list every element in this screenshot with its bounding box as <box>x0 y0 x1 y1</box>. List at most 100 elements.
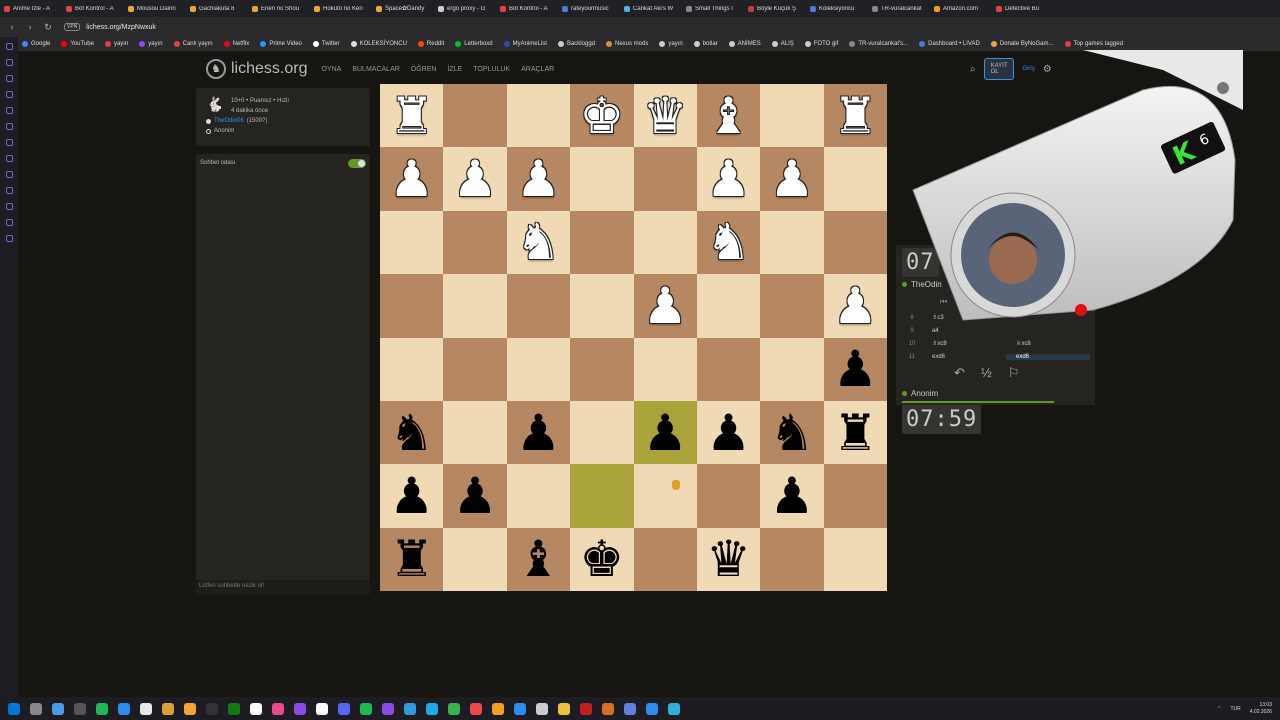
bookmark-item[interactable]: yayın <box>104 41 128 47</box>
board-square[interactable] <box>633 210 697 275</box>
taskbar-app-icon[interactable] <box>250 702 262 715</box>
taskbar-app-icon[interactable] <box>470 702 482 715</box>
black-pawn-icon[interactable]: ♟ <box>833 344 878 394</box>
browser-tab[interactable]: Hokuto no Ken <box>310 5 372 12</box>
taskbar-app-icon[interactable] <box>206 702 218 715</box>
board-square[interactable]: ♞ <box>696 210 761 275</box>
board-square[interactable] <box>570 400 634 465</box>
browser-tab[interactable]: Böyle Küçük Ş <box>744 5 806 12</box>
board-square[interactable]: ♟ <box>506 147 571 211</box>
bookmark-item[interactable]: Donate ByNoGam... <box>990 41 1054 47</box>
board-square[interactable]: ♟ <box>633 274 697 338</box>
board-square[interactable] <box>633 527 697 591</box>
search-icon[interactable] <box>30 702 42 715</box>
board-square[interactable] <box>443 274 507 338</box>
white-player[interactable]: TheOdin06 (1500?) <box>206 117 360 126</box>
url-text[interactable]: lichess.org/MzpNwxuk <box>86 24 156 31</box>
board-square[interactable]: ♛ <box>633 84 697 148</box>
nav-item-i̇zle[interactable]: İZLE <box>447 66 462 73</box>
taskbar-app-icon[interactable] <box>558 702 570 715</box>
resign-flag-icon[interactable]: ⚐ <box>1008 365 1020 381</box>
taskbar-app-icon[interactable] <box>96 702 108 715</box>
black-knight-icon[interactable]: ♞ <box>389 408 434 458</box>
board-square[interactable] <box>823 527 887 591</box>
white-pawn-icon[interactable]: ♟ <box>706 154 751 204</box>
white-player-name[interactable]: TheOdin06 <box>214 117 244 126</box>
taskbar-app-icon[interactable] <box>514 702 526 715</box>
taskbar-app-icon[interactable] <box>646 702 658 715</box>
black-pawn-icon[interactable]: ♟ <box>770 471 815 521</box>
sidebar-icon[interactable] <box>5 107 13 114</box>
white-king-icon[interactable]: ♚ <box>579 91 624 141</box>
board-square[interactable] <box>760 527 824 591</box>
white-knight-icon[interactable]: ♞ <box>706 217 751 267</box>
taskbar-app-icon[interactable] <box>536 702 548 715</box>
board-square[interactable] <box>760 84 824 148</box>
taskbar-app-icon[interactable] <box>492 702 504 715</box>
taskbar-app-icon[interactable] <box>316 702 328 715</box>
browser-tab[interactable]: rateyourmusic <box>558 5 620 12</box>
board-square[interactable] <box>760 337 824 401</box>
taskbar-app-icon[interactable] <box>382 702 394 715</box>
sidebar-icon[interactable] <box>5 123 13 130</box>
sidebar-icon[interactable] <box>5 171 13 178</box>
bookmark-item[interactable]: MyAnimeList <box>503 41 547 47</box>
taskbar-app-icon[interactable] <box>294 702 306 715</box>
taskbar-app-icon[interactable] <box>668 702 680 715</box>
browser-tab[interactable]: Small Things I <box>682 5 744 12</box>
board-square[interactable]: ♝ <box>696 84 761 148</box>
language-indicator[interactable]: TUR <box>1230 706 1240 712</box>
browser-tab[interactable]: Gachiakuta 8 <box>186 5 248 12</box>
board-square[interactable] <box>506 464 571 528</box>
board-square[interactable]: ♟ <box>443 147 507 211</box>
browser-tab[interactable]: Bot Kontrol - A <box>62 5 124 12</box>
taskbar-app-icon[interactable] <box>118 702 130 715</box>
board-square[interactable] <box>633 147 697 211</box>
board-square[interactable]: ♟ <box>760 147 824 211</box>
taskbar-app-icon[interactable] <box>140 702 152 715</box>
board-square[interactable] <box>696 274 761 338</box>
browser-tab[interactable]: Anime İzle - A <box>0 5 62 12</box>
board-square[interactable] <box>380 337 444 401</box>
white-pawn-icon[interactable]: ♟ <box>643 281 688 331</box>
bookmark-item[interactable]: YouTube <box>61 41 94 47</box>
white-pawn-icon[interactable]: ♟ <box>770 154 815 204</box>
bookmark-item[interactable]: yayın <box>139 41 163 47</box>
board-square[interactable]: ♟ <box>380 147 444 211</box>
board-square[interactable]: ♟ <box>380 464 444 528</box>
browser-tab[interactable]: TR-vuralcankat <box>868 5 930 12</box>
chat-toggle[interactable] <box>348 158 366 168</box>
board-square[interactable] <box>823 210 887 275</box>
board-square[interactable]: ♛ <box>696 527 761 591</box>
bookmark-item[interactable]: Backloggd <box>557 41 595 47</box>
chat-input[interactable]: Lütfen sohbette nazik ol! <box>196 580 370 594</box>
bottom-player-name[interactable]: Anonim <box>911 389 938 398</box>
board-square[interactable] <box>570 210 634 275</box>
chess-board[interactable]: ♜ ♚ ♛ ♝ ♜ ♟ ♟ ♟ ♟ ♟ ♞ ♞ ♟ ♟ ♟ ♞ ♟ ♟ ♟ ♞ ♜ ♟ ♟ ♟ ♜ ♝ ♚ ♛ <box>380 84 887 591</box>
board-square[interactable] <box>696 464 761 528</box>
white-bishop-icon[interactable]: ♝ <box>706 91 751 141</box>
black-queen-icon[interactable]: ♛ <box>706 534 751 584</box>
white-knight-icon[interactable]: ♞ <box>516 217 561 267</box>
board-square[interactable] <box>380 210 444 275</box>
forward-icon[interactable]: › <box>24 22 36 32</box>
board-square[interactable]: ♟ <box>633 400 697 465</box>
sidebar-icon[interactable] <box>5 43 13 50</box>
bookmark-item[interactable]: ALIŞ <box>771 41 794 47</box>
reload-icon[interactable]: ↻ <box>42 22 54 33</box>
board-square[interactable] <box>633 337 697 401</box>
black-rook-icon[interactable]: ♜ <box>389 534 434 584</box>
board-square[interactable]: ♜ <box>823 400 887 465</box>
black-pawn-icon[interactable]: ♟ <box>516 408 561 458</box>
board-square[interactable]: ♜ <box>823 84 887 148</box>
nav-item-araçlar[interactable]: ARAÇLAR <box>521 66 554 73</box>
white-rook-icon[interactable]: ♜ <box>389 91 434 141</box>
browser-tab[interactable]: Mousou Dairin <box>124 5 186 12</box>
draw-offer-button[interactable]: ½ <box>981 365 992 381</box>
black-king-icon[interactable]: ♚ <box>579 534 624 584</box>
board-square[interactable]: ♟ <box>506 400 571 465</box>
taskbar-app-icon[interactable] <box>272 702 284 715</box>
board-square[interactable]: ♞ <box>760 400 824 465</box>
board-square[interactable] <box>380 274 444 338</box>
windows-start-icon[interactable] <box>8 702 20 715</box>
